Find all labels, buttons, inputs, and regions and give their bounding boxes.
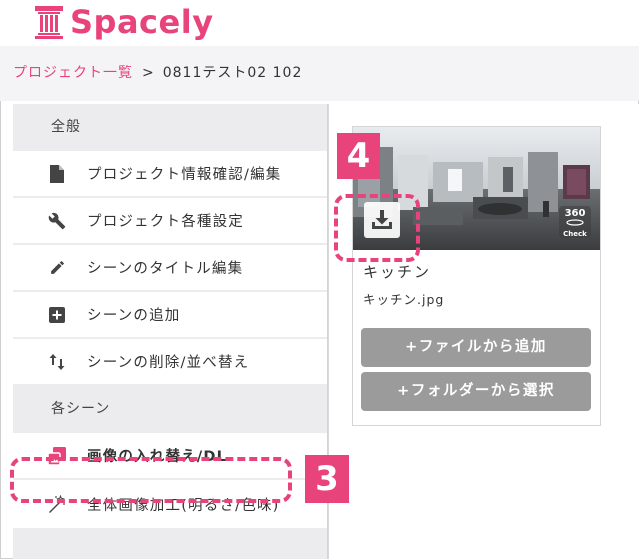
sidebar-item-delete-sort-scenes[interactable]: シーンの削除/並べ替え <box>13 339 327 384</box>
check-badge-label: Check <box>563 230 587 238</box>
pencil-icon <box>47 258 67 278</box>
document-icon <box>47 164 67 184</box>
highlight-download <box>334 194 420 262</box>
sidebar-item-edit-scene-title[interactable]: シーンのタイトル編集 <box>13 245 327 290</box>
scene-title: キッチン <box>363 263 432 281</box>
sidebar-item-add-scene[interactable]: シーンの追加 <box>13 292 327 337</box>
sidebar-item-project-info[interactable]: プロジェクト情報確認/編集 <box>13 151 327 196</box>
breadcrumb-separator: > <box>142 65 154 81</box>
section-heading-general: 全般 <box>51 119 81 135</box>
sort-arrows-icon <box>47 352 67 372</box>
360-check-badge[interactable]: 360 Check <box>559 206 591 238</box>
sidebar-item-label: シーンの追加 <box>87 308 181 324</box>
step-3-badge: 3 <box>305 455 349 503</box>
breadcrumb-project-list-link[interactable]: プロジェクト一覧 <box>13 65 133 81</box>
wrench-icon <box>47 211 67 231</box>
pillar-icon <box>35 6 63 39</box>
sidebar-item-label: シーンの削除/並べ替え <box>87 355 250 371</box>
sidebar-item-label: シーンのタイトル編集 <box>87 261 244 277</box>
sidebar-item-project-settings[interactable]: プロジェクト各種設定 <box>13 198 327 243</box>
add-from-folder-button[interactable]: +フォルダーから選択 <box>361 372 591 411</box>
breadcrumb-current: 0811テスト02 102 <box>162 65 303 81</box>
add-from-file-button[interactable]: +ファイルから追加 <box>361 328 591 367</box>
brand-logo[interactable]: Spacely <box>70 0 214 44</box>
scene-filename: キッチン.jpg <box>363 292 445 307</box>
scene-card: キッチン キッチン.jpg +ファイルから追加 +フォルダーから選択 <box>352 126 601 426</box>
sidebar-item-label: プロジェクト情報確認/編集 <box>87 167 282 183</box>
plus-square-icon <box>47 305 67 325</box>
app-header: Spacely <box>0 0 639 46</box>
step-4-badge: 4 <box>337 133 380 179</box>
highlight-replace-image <box>10 457 292 503</box>
rotate-icon <box>566 219 584 226</box>
section-heading-scenes: 各シーン <box>51 401 111 417</box>
breadcrumb: プロジェクト一覧 >0811テスト02 102 <box>0 46 639 101</box>
360-badge-label: 360 <box>564 208 586 219</box>
sidebar-item-label: プロジェクト各種設定 <box>87 214 244 230</box>
